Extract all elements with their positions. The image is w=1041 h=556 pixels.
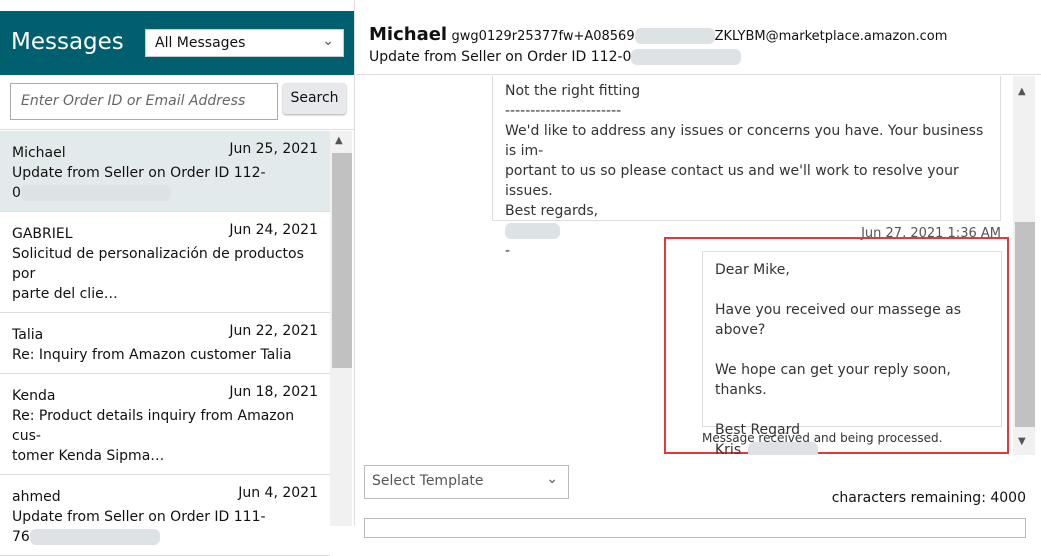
message-thread: Not the right fitting ------------------… [356,76,1013,455]
chevron-down-icon: ⌄ [546,471,558,487]
date: Jun 4, 2021 [238,485,318,501]
subject: Update from Seller on Order ID 112- [12,165,266,181]
redacted [29,529,160,545]
date: Jun 24, 2021 [229,222,318,238]
search-input[interactable]: Enter Order ID or Email Address [10,83,278,120]
contact-name: Michael [369,24,448,45]
msg-line: ----------------------- [505,103,622,119]
page-title: Messages [11,29,124,55]
subject: Re: Product details inquiry from Amazon … [12,408,295,444]
message-filter-select[interactable]: All Messages ⌄ [145,29,344,57]
redacted [631,49,742,65]
conversation-subject: Update from Seller on Order ID 112-0 [369,49,632,65]
msg-line: Not the right fitting [505,83,641,99]
subject: Update from Seller on Order ID 111- [12,509,266,525]
sidebar-scrollbar[interactable]: ▲ [330,131,352,526]
list-item[interactable]: Talia Jun 22, 2021 Re: Inquiry from Amazon… [0,313,330,374]
scroll-up-icon[interactable]: ▲ [335,135,343,146]
msg-line: Have you received our massege as above? [715,302,962,338]
sidebar-header: Messages All Messages ⌄ [0,11,354,75]
highlight-box: Dear Mike, Have you received our massege… [664,237,1009,455]
message-bubble-received: Not the right fitting ------------------… [492,76,1001,259]
list-item[interactable]: GABRIEL Jun 24, 2021 Solicitud de personal… [0,212,330,313]
msg-line: We'd like to address any issues or conce… [505,123,984,159]
contact-email-end: ZKLYBM@marketplace.amazon.com [714,29,948,44]
scroll-up-icon[interactable]: ▲ [1018,86,1026,97]
message-status: Message received and being processed. [702,431,943,445]
template-value: Select Template [372,473,484,489]
template-select[interactable]: Select Template ⌄ [364,465,569,499]
date: Jun 25, 2021 [229,141,318,157]
contact-email: gwg0129r25377fw+A08569 [451,29,635,44]
subject: Re: Inquiry from Amazon customer Talia [12,347,292,363]
list-item[interactable]: Kenda Jun 18, 2021 Re: Product details inq… [0,374,330,475]
message-bubble-sent: Dear Mike, Have you received our massege… [702,251,1002,455]
subject-cont: 76 [12,529,30,545]
message-list: Michael Jun 25, 2021 Update from Seller on… [0,131,330,556]
filter-value: All Messages [155,35,246,51]
conversation-header: Michael gwg0129r25377fw+A08569 ZKLYBM@mar… [356,15,1041,75]
chevron-down-icon: ⌄ [322,33,334,49]
redacted [634,28,715,44]
redacted [20,185,171,201]
list-item[interactable]: Michael Jun 25, 2021 Update from Seller on… [0,131,330,212]
msg-line: We hope can get your reply soon, thanks. [715,362,951,398]
scroll-thumb[interactable] [332,153,352,368]
msg-line: Best regards, [505,203,599,219]
date: Jun 18, 2021 [229,384,318,400]
sidebar: Messages All Messages ⌄ Enter Order ID or… [0,0,355,556]
characters-remaining: characters remaining: 4000 [831,490,1026,506]
thread-scrollbar[interactable]: ▲ ▼ [1013,76,1035,455]
subject-cont: parte del clie… [12,286,118,302]
reply-textarea[interactable] [364,518,1026,538]
scroll-thumb[interactable] [1015,222,1035,427]
subject-cont: tomer Kenda Sipma… [12,448,165,464]
msg-line: Dear Mike, [715,262,790,278]
msg-line: portant to us so please contact us and w… [505,163,959,199]
list-item[interactable]: ahmed Jun 4, 2021 Update from Seller on Or… [0,475,330,556]
subject: Solicitud de personalización de producto… [12,246,304,282]
search-button[interactable]: Search [283,83,346,114]
subject-cont: 0 [12,185,21,201]
redacted [505,223,560,239]
date: Jun 22, 2021 [229,323,318,339]
scroll-down-icon[interactable]: ▼ [1018,436,1026,447]
